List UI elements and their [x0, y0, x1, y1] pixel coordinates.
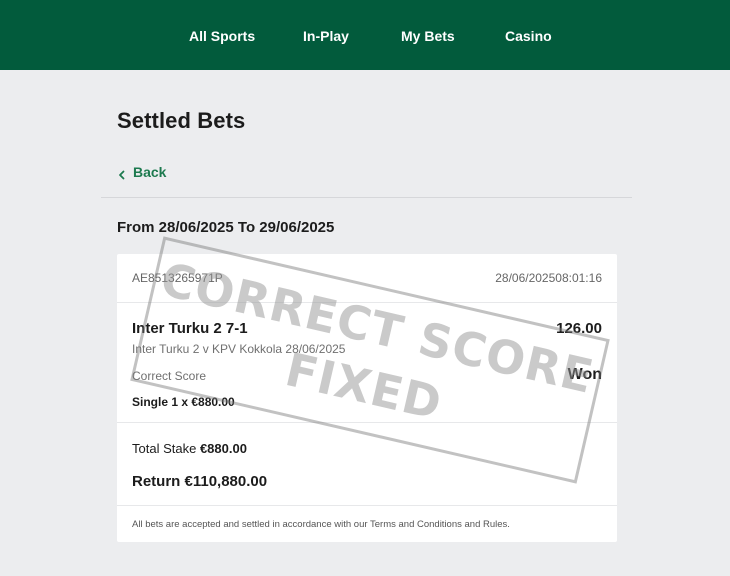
bet-result: Won [567, 366, 602, 383]
bet-type: Single 1 x €880.00 [132, 395, 235, 409]
page-title: Settled Bets [117, 108, 246, 133]
bet-selection: Inter Turku 2 7-1 [132, 320, 248, 337]
bet-card[interactable]: AE8513265971P 28/06/202508:01:16 Inter T… [117, 254, 617, 542]
back-button[interactable]: Back [117, 164, 166, 180]
bet-placed-datetime: 28/06/202508:01:16 [495, 271, 602, 285]
nav-my-bets[interactable]: My Bets [401, 0, 455, 70]
date-range: From 28/06/2025 To 29/06/2025 [117, 219, 335, 236]
nav-all-sports[interactable]: All Sports [189, 0, 255, 70]
nav-casino[interactable]: Casino [505, 0, 552, 70]
divider [117, 505, 617, 506]
bet-return: Return €110,880.00 [132, 473, 268, 490]
total-stake-label: Total Stake [132, 441, 197, 456]
bet-event: Inter Turku 2 v KPV Kokkola 28/06/2025 [132, 342, 346, 356]
top-navigation: All Sports In-Play My Bets Casino [0, 0, 730, 70]
bet-reference: AE8513265971P [132, 271, 223, 285]
total-stake: Total Stake €880.00 [132, 441, 247, 456]
divider [101, 197, 632, 198]
bet-market: Correct Score [132, 369, 207, 383]
terms-text: All bets are accepted and settled in acc… [132, 519, 510, 530]
divider [117, 302, 617, 303]
bet-odds: 126.00 [556, 320, 602, 337]
back-label: Back [133, 164, 167, 180]
nav-in-play[interactable]: In-Play [303, 0, 349, 70]
chevron-left-icon [117, 167, 127, 180]
total-stake-value: €880.00 [199, 441, 247, 456]
divider [117, 422, 617, 423]
